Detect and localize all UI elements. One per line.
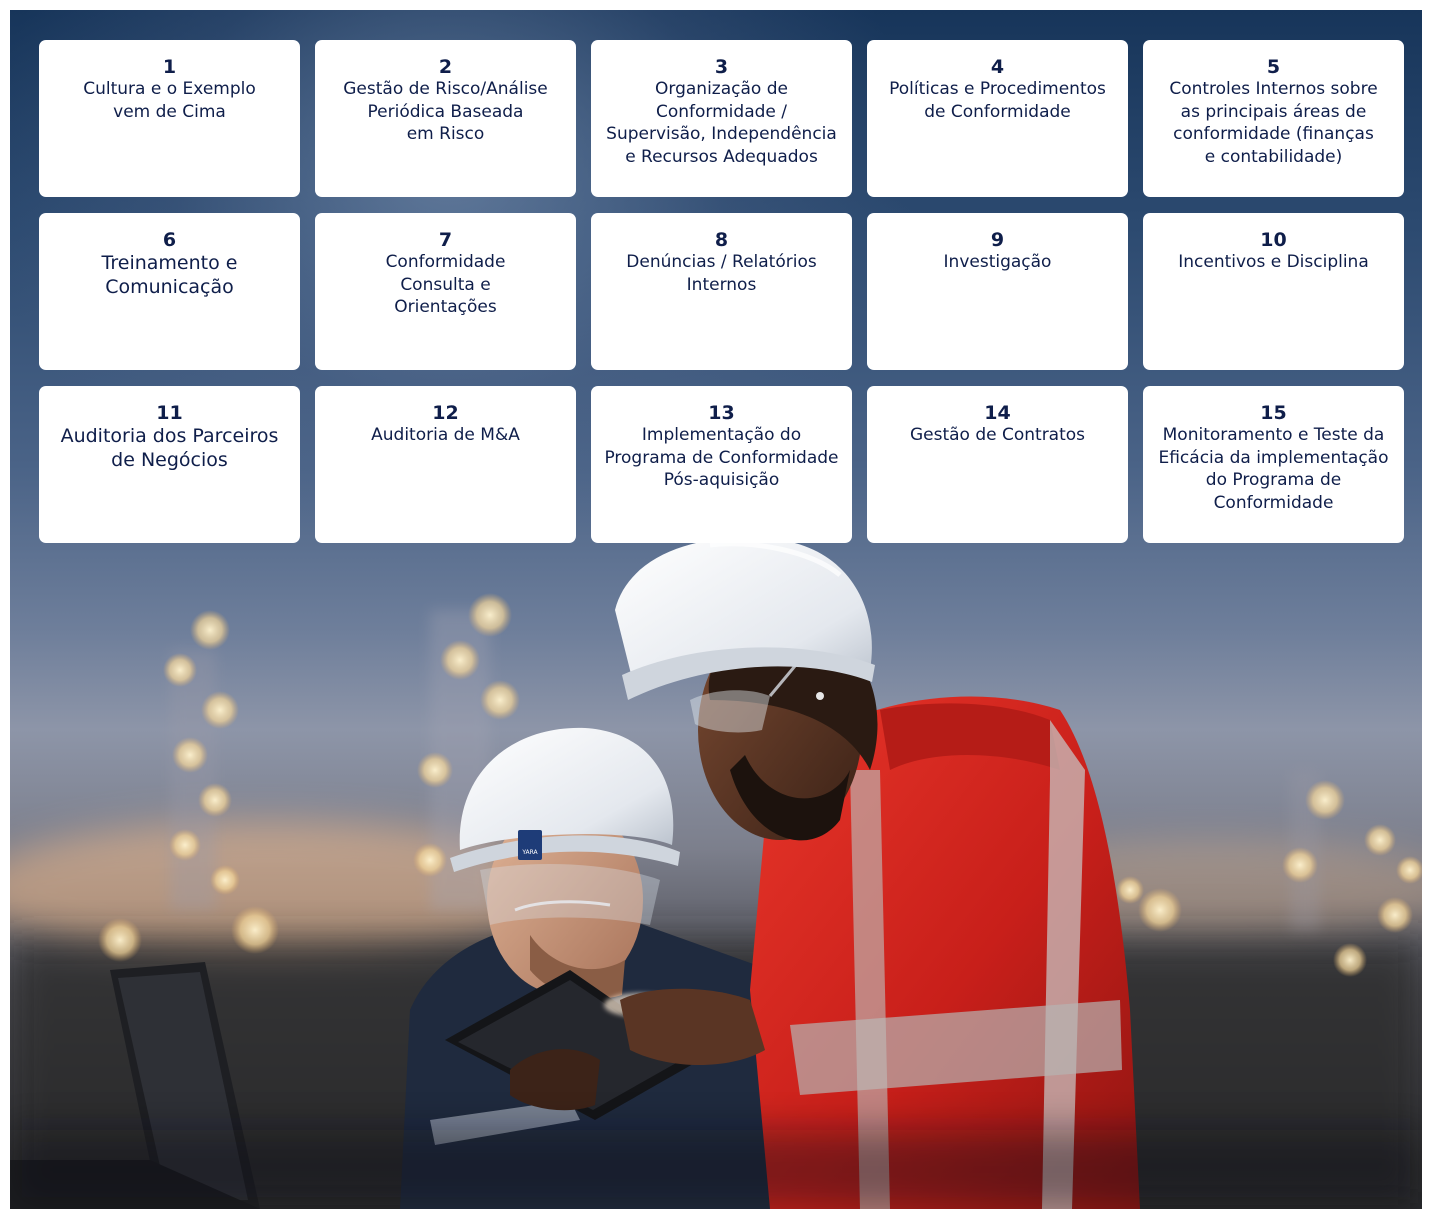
compliance-pillars-grid: 1 Cultura e o Exemplo vem de Cima 2 Gest… <box>39 40 1407 543</box>
pillar-card-9: 9 Investigação <box>867 213 1128 370</box>
pillar-number: 2 <box>438 56 453 78</box>
pillar-title: Implementação do Programa de Conformidad… <box>604 425 839 490</box>
pillar-number: 13 <box>708 402 735 424</box>
hero-background: YARA 1 Cultura e o Exemplo vem de Cima 2… <box>10 10 1422 1209</box>
pillar-card-6: 6 Treinamento e Comunicação <box>39 213 300 370</box>
pillar-number: 9 <box>990 229 1005 251</box>
pillar-title: Organização de Conformidade / Supervisão… <box>606 79 837 167</box>
pillar-title: Conformidade Consulta e Orientações <box>385 252 506 317</box>
pillar-number: 4 <box>990 56 1005 78</box>
pillar-card-13: 13 Implementação do Programa de Conformi… <box>591 386 852 543</box>
pillar-title: Cultura e o Exemplo vem de Cima <box>83 79 256 122</box>
pillar-card-3: 3 Organização de Conformidade / Supervis… <box>591 40 852 197</box>
pillar-card-1: 1 Cultura e o Exemplo vem de Cima <box>39 40 300 197</box>
pillar-title: Monitoramento e Teste da Eficácia da imp… <box>1158 425 1389 513</box>
pillar-title: Auditoria de M&A <box>371 425 520 445</box>
pillar-title: Denúncias / Relatórios Internos <box>626 252 817 295</box>
pillar-card-11: 11 Auditoria dos Parceiros de Negócios <box>39 386 300 543</box>
pillar-number: 3 <box>714 56 729 78</box>
pillar-title: Controles Internos sobre as principais á… <box>1169 79 1378 167</box>
pillar-card-10: 10 Incentivos e Disciplina <box>1143 213 1404 370</box>
pillar-card-15: 15 Monitoramento e Teste da Eficácia da … <box>1143 386 1404 543</box>
pillar-number: 1 <box>162 56 177 78</box>
pillar-number: 6 <box>162 229 177 251</box>
pillar-number: 8 <box>714 229 729 251</box>
pillar-number: 15 <box>1260 402 1287 424</box>
pillar-title: Incentivos e Disciplina <box>1178 252 1369 272</box>
pillar-number: 7 <box>438 229 453 251</box>
pillar-card-12: 12 Auditoria de M&A <box>315 386 576 543</box>
pillar-number: 5 <box>1266 56 1281 78</box>
pillar-number: 12 <box>432 402 459 424</box>
pillar-title: Investigação <box>943 252 1052 272</box>
pillar-number: 11 <box>156 402 183 424</box>
pillar-title: Gestão de Risco/Análise Periódica Basead… <box>343 79 548 144</box>
pillar-card-5: 5 Controles Internos sobre as principais… <box>1143 40 1404 197</box>
pillar-number: 14 <box>984 402 1011 424</box>
pillar-card-4: 4 Políticas e Procedimentos de Conformid… <box>867 40 1128 197</box>
pillar-title: Treinamento e Comunicação <box>101 252 238 298</box>
yara-logo-text: YARA <box>521 849 538 856</box>
pillar-title: Políticas e Procedimentos de Conformidad… <box>889 79 1106 122</box>
pillar-title: Gestão de Contratos <box>909 425 1086 445</box>
pillar-card-2: 2 Gestão de Risco/Análise Periódica Base… <box>315 40 576 197</box>
pillar-card-14: 14 Gestão de Contratos <box>867 386 1128 543</box>
pillar-card-7: 7 Conformidade Consulta e Orientações <box>315 213 576 370</box>
pillar-title: Auditoria dos Parceiros de Negócios <box>60 425 279 471</box>
pillar-number: 10 <box>1260 229 1287 251</box>
pillar-card-8: 8 Denúncias / Relatórios Internos <box>591 213 852 370</box>
